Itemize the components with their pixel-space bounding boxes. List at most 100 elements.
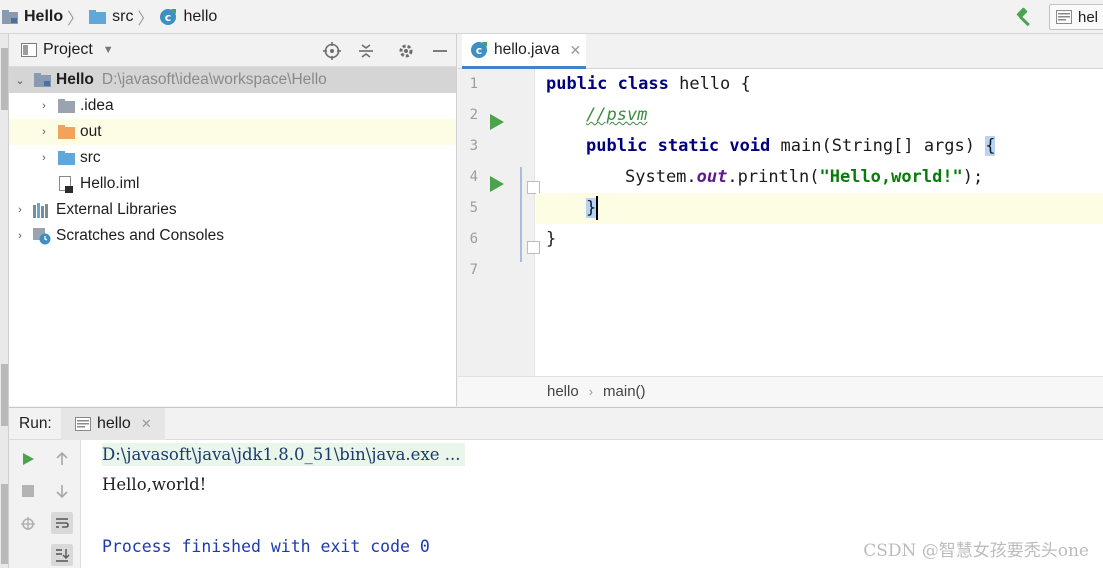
tree-item-label: .idea: [80, 97, 114, 114]
project-panel-title: Project: [43, 41, 93, 58]
gear-icon[interactable]: [397, 42, 415, 60]
code-text: }: [546, 229, 557, 249]
chevron-right-icon: ›: [588, 384, 594, 399]
code-text: .println(: [727, 167, 820, 187]
breadcrumb-label: Hello: [24, 7, 64, 25]
code-text: );: [962, 167, 984, 187]
run-tab-hello[interactable]: hello ✕: [61, 408, 165, 440]
breadcrumb-item-class[interactable]: c hello: [159, 0, 217, 34]
chevron-right-icon[interactable]: ›: [13, 203, 27, 217]
close-icon[interactable]: ✕: [141, 416, 152, 432]
breadcrumb-method[interactable]: main(): [603, 383, 646, 400]
line-number: 4: [469, 169, 478, 185]
line-number: 3: [469, 138, 478, 154]
code-area[interactable]: public class hello { //psvm public stati…: [536, 69, 1103, 376]
module-folder-icon: [33, 72, 51, 88]
chevron-right-icon: 〉: [67, 10, 84, 28]
code-text: hello {: [668, 74, 751, 94]
chevron-right-icon[interactable]: ›: [13, 229, 27, 243]
arrow-up-icon[interactable]: [51, 448, 73, 470]
code-line-1: public class hello {: [536, 69, 1103, 100]
soft-wrap-icon[interactable]: [51, 512, 73, 534]
console-exit-line: Process finished with exit code 0: [102, 537, 430, 556]
run-configuration-selector[interactable]: hel: [1049, 4, 1103, 30]
tree-item-out[interactable]: › out: [9, 119, 456, 145]
run-class-icon[interactable]: [490, 114, 504, 130]
tree-item-label: External Libraries: [56, 201, 177, 218]
tree-item-src[interactable]: › src: [9, 145, 456, 171]
editor-breadcrumb: hello › main(): [458, 376, 1103, 406]
code-line-6: }: [536, 224, 1103, 255]
tab-hello-java[interactable]: c hello.java ✕: [462, 34, 586, 69]
editor-tab-bar: c hello.java ✕: [458, 34, 1103, 69]
hide-panel-icon[interactable]: [431, 42, 449, 60]
scratches-icon: [33, 227, 51, 244]
chevron-down-icon[interactable]: ⌄: [13, 73, 27, 87]
keyword: void: [729, 136, 771, 156]
chevron-right-icon: 〉: [137, 10, 154, 28]
iml-file-icon: [57, 175, 75, 193]
svg-text:c: c: [165, 11, 172, 24]
left-tool-window-strip[interactable]: [0, 34, 9, 568]
keyword: public: [546, 74, 608, 94]
chevron-right-icon[interactable]: ›: [37, 151, 51, 165]
vcs-change-marker: [520, 167, 522, 262]
tree-item-label: Hello.iml: [80, 175, 140, 192]
tree-item-label: Hello: [56, 71, 94, 88]
line-number: 7: [469, 262, 478, 278]
console-command-line: D:\javasoft\java\jdk1.8.0_51\bin\java.ex…: [102, 443, 465, 466]
project-view-icon: [21, 43, 37, 57]
tree-item-idea[interactable]: › .idea: [9, 93, 456, 119]
breadcrumb-class[interactable]: hello: [547, 383, 579, 400]
static-field: out: [696, 167, 728, 187]
navigation-bar: Hello 〉 src 〉 c hello hel: [0, 0, 1103, 34]
line-number: 2: [469, 107, 478, 123]
favorites-tool-tab[interactable]: [1, 364, 8, 426]
locate-file-icon[interactable]: [323, 42, 341, 60]
breadcrumb-label: src: [112, 7, 134, 25]
module-folder-icon: [2, 9, 18, 24]
keyword: static: [657, 136, 720, 156]
close-icon[interactable]: ✕: [570, 42, 582, 59]
tree-item-scratches[interactable]: › Scratches and Consoles: [9, 223, 456, 249]
project-tool-tab[interactable]: [1, 48, 8, 110]
breadcrumb-item-hello[interactable]: Hello: [2, 0, 63, 34]
scroll-to-end-icon[interactable]: [51, 544, 73, 566]
chevron-right-icon[interactable]: ›: [37, 125, 51, 139]
collapse-all-icon[interactable]: [357, 42, 375, 60]
tree-item-label: out: [80, 123, 102, 140]
run-panel-label: Run:: [19, 414, 52, 432]
text-caret: [596, 196, 599, 220]
chevron-right-icon[interactable]: ›: [37, 99, 51, 113]
java-class-icon: c: [160, 8, 177, 25]
string-literal: "Hello,world!": [819, 167, 963, 187]
run-method-icon[interactable]: [490, 176, 504, 192]
breadcrumb-item-src[interactable]: src: [89, 0, 133, 34]
stop-icon[interactable]: [17, 480, 39, 502]
svg-text:c: c: [476, 44, 483, 57]
project-panel: Project ▼ ⌄ Hello D:\javasoft\idea\works…: [9, 34, 457, 406]
tree-item-hello-module[interactable]: ⌄ Hello D:\javasoft\idea\workspace\Hello: [9, 67, 456, 93]
watermark: CSDN @智慧女孩要秃头one: [863, 541, 1089, 561]
rerun-icon[interactable]: [17, 448, 39, 470]
tree-item-label: src: [80, 149, 101, 166]
structure-tool-tab[interactable]: [1, 484, 8, 564]
tree-item-label: Scratches and Consoles: [56, 227, 225, 244]
run-config-icon: [1056, 10, 1072, 24]
arrow-down-icon[interactable]: [51, 480, 73, 502]
build-hammer-icon[interactable]: [1014, 6, 1036, 28]
tree-item-iml[interactable]: Hello.iml: [9, 171, 456, 197]
debug-icon[interactable]: [17, 512, 39, 534]
code-line-5: }: [536, 193, 1103, 224]
line-number: 1: [469, 76, 478, 92]
console-output[interactable]: D:\javasoft\java\jdk1.8.0_51\bin\java.ex…: [82, 440, 1103, 568]
tree-item-external-libraries[interactable]: › External Libraries: [9, 197, 456, 223]
tab-label: hello.java: [494, 41, 560, 58]
console-output-line: Hello,world!: [102, 475, 207, 494]
code-text: main(String[] args): [770, 136, 986, 156]
project-tree: ⌄ Hello D:\javasoft\idea\workspace\Hello…: [9, 67, 456, 249]
java-class-icon: c: [471, 42, 487, 58]
keyword: class: [617, 74, 669, 94]
source-folder-icon: [89, 9, 107, 24]
project-view-selector[interactable]: Project ▼: [21, 41, 114, 59]
